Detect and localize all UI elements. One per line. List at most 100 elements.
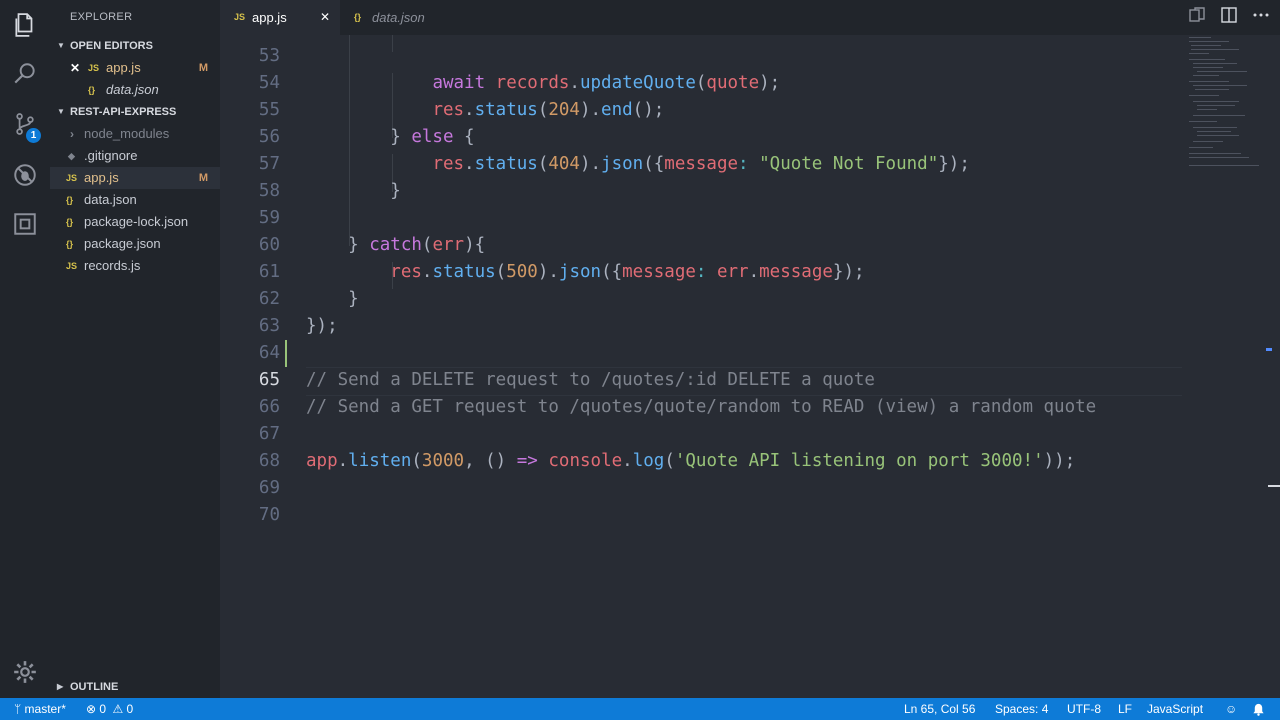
minimap[interactable] (1185, 35, 1265, 175)
open-editors-section[interactable]: ▼ OPEN EDITORS (50, 35, 220, 57)
open-editor-label: app.js (106, 60, 141, 75)
cursor-position[interactable]: Ln 65, Col 56 (904, 698, 975, 720)
git-branch[interactable]: ᛘ master* (14, 698, 66, 720)
line-number: 57 (258, 154, 280, 174)
indentation[interactable]: Spaces: 4 (995, 698, 1048, 720)
code-line[interactable]: 65 // Send a DELETE request to /quotes/:i… (220, 367, 1220, 394)
code-line[interactable]: 68 app.listen(3000, () => console.log('Qu… (220, 448, 1220, 475)
code-editor[interactable]: 53 54 await records.updateQuote(quote); 55… (220, 35, 1280, 698)
code-text: await records.updateQuote(quote); (306, 70, 780, 97)
code-token: } (306, 181, 401, 201)
code-token: : (695, 262, 717, 282)
open-changes-icon[interactable] (1188, 6, 1206, 29)
code-line[interactable]: 53 (220, 43, 1220, 70)
open-editor-item-app-js[interactable]: ✕ JS app.js M (50, 57, 220, 79)
code-line[interactable]: 60 } catch(err){ (220, 232, 1220, 259)
tree-item-gitignore[interactable]: ◆ .gitignore (50, 145, 220, 167)
tree-item-label: package-lock.json (84, 214, 189, 229)
scrollbar-marker (1266, 348, 1272, 351)
line-number: 63 (258, 316, 280, 336)
tree-item-data-json[interactable]: {} data.json (50, 189, 220, 211)
problems-indicator[interactable]: ⊗ 0 ⚠ 0 (86, 698, 133, 720)
code-token: } (306, 289, 359, 309)
chevron-right-icon: › (70, 127, 74, 141)
tab-data-json[interactable]: {} data.json (340, 0, 460, 35)
language-mode[interactable]: JavaScript (1147, 698, 1203, 720)
code-token: status (474, 100, 538, 120)
code-token: 500 (506, 262, 538, 282)
open-editor-label: data.json (106, 82, 159, 97)
close-icon[interactable]: ✕ (70, 57, 80, 79)
code-line[interactable]: 61 res.status(500).json({message: err.me… (220, 259, 1220, 286)
project-folder-section[interactable]: ▼ REST-API-EXPRESS (50, 101, 220, 123)
line-number: 68 (258, 451, 280, 471)
code-token: res (432, 154, 465, 174)
code-token: }); (306, 316, 338, 336)
code-token: listen (348, 451, 412, 471)
json-file-icon: {} (88, 85, 96, 95)
code-line[interactable]: 69 (220, 475, 1220, 502)
code-token: { (453, 127, 475, 147)
tree-item-node-modules[interactable]: › node_modules (50, 123, 220, 145)
code-line[interactable]: 58 } (220, 178, 1220, 205)
search-icon[interactable] (0, 52, 50, 96)
code-line[interactable]: 56 } else { (220, 124, 1220, 151)
code-line[interactable]: 64 (220, 340, 1220, 367)
debug-icon[interactable] (0, 153, 50, 197)
code-token: ( (664, 451, 675, 471)
editor-tabs: JS app.js ✕ {} data.json (220, 0, 1280, 35)
tree-item-records-js[interactable]: JS records.js (50, 255, 220, 277)
json-file-icon: {} (354, 12, 362, 22)
code-text: // Send a GET request to /quotes/quote/r… (306, 394, 1096, 421)
code-token: end (601, 100, 633, 120)
notifications-bell-icon[interactable] (1252, 698, 1265, 720)
line-ending[interactable]: LF (1118, 698, 1132, 720)
tree-item-package-json[interactable]: {} package.json (50, 233, 220, 255)
line-number: 66 (258, 397, 280, 417)
git-branch-icon: ᛘ (14, 702, 22, 716)
settings-gear-icon[interactable] (0, 650, 50, 694)
code-text: } (306, 286, 359, 313)
code-text: // Send a DELETE request to /quotes/:id … (306, 367, 875, 394)
code-line[interactable]: 67 (220, 421, 1220, 448)
feedback-icon[interactable]: ☺ (1225, 698, 1237, 720)
code-text: } (306, 178, 401, 205)
json-file-icon: {} (66, 195, 74, 205)
close-icon[interactable]: ✕ (320, 0, 330, 35)
code-line[interactable]: 70 (220, 502, 1220, 529)
split-editor-icon[interactable] (1220, 6, 1238, 29)
source-control-icon[interactable]: 1 (0, 102, 50, 146)
code-token: await (432, 73, 496, 93)
code-token: ({ (643, 154, 665, 174)
encoding[interactable]: UTF-8 (1067, 698, 1101, 720)
activity-bar: 1 (0, 0, 50, 698)
tree-item-app-js[interactable]: JS app.js M (50, 167, 220, 189)
scrollbar-thumb[interactable] (1268, 485, 1280, 487)
code-token: , () (464, 451, 517, 471)
more-actions-icon[interactable] (1252, 6, 1270, 29)
js-file-icon: JS (234, 12, 246, 22)
js-file-icon: JS (88, 63, 100, 73)
code-line[interactable]: 66 // Send a GET request to /quotes/quote… (220, 394, 1220, 421)
files-icon[interactable] (0, 3, 50, 47)
code-text: app.listen(3000, () => console.log('Quot… (306, 448, 1075, 475)
extensions-icon[interactable] (0, 202, 50, 246)
code-line[interactable]: 55 res.status(204).end(); (220, 97, 1220, 124)
outline-section[interactable]: ▶ OUTLINE (50, 676, 220, 698)
code-token: ). (579, 154, 602, 174)
open-editor-item-data-json[interactable]: {} data.json (50, 79, 220, 101)
code-line[interactable]: 62 } (220, 286, 1220, 313)
tree-item-label: app.js (84, 170, 119, 185)
code-line[interactable]: 54 await records.updateQuote(quote); (220, 70, 1220, 97)
code-token: ( (537, 154, 549, 174)
tree-item-package-lock-json[interactable]: {} package-lock.json (50, 211, 220, 233)
code-text: res.status(500).json({message: err.messa… (306, 259, 864, 286)
code-token: : (738, 154, 760, 174)
code-line[interactable]: 57 res.status(404).json({message: "Quote… (220, 151, 1220, 178)
tree-item-label: node_modules (84, 126, 170, 141)
code-line[interactable]: 63}); (220, 313, 1220, 340)
code-line[interactable]: 59 (220, 205, 1220, 232)
line-number: 65 (258, 370, 280, 390)
tab-app-js[interactable]: JS app.js ✕ (220, 0, 340, 35)
